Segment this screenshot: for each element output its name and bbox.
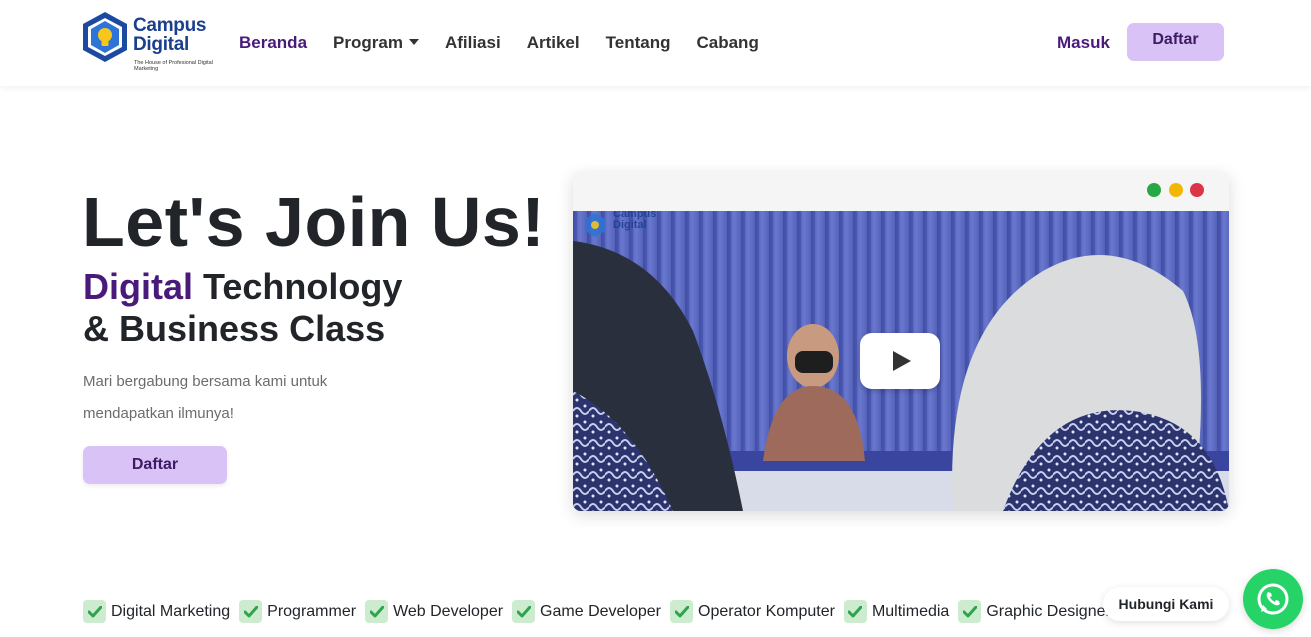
feature-item: Graphic Designer xyxy=(958,600,1111,623)
feature-item: Digital Marketing xyxy=(83,600,230,623)
whatsapp-icon xyxy=(1257,583,1289,615)
chevron-down-icon xyxy=(408,39,419,45)
nav-item-program[interactable]: Program xyxy=(333,31,419,55)
checkmark-icon xyxy=(365,600,389,623)
video-watermark-line2: Digital xyxy=(613,219,647,231)
feature-label: Graphic Designer xyxy=(986,603,1111,620)
checkmark-icon xyxy=(958,600,982,623)
navbar: Campus Digital The House of Profesional … xyxy=(0,0,1311,86)
whatsapp-button[interactable] xyxy=(1243,569,1303,629)
hero-subtitle-line2: & Business Class xyxy=(83,308,386,349)
lightbulb-hexagon-icon xyxy=(83,12,127,62)
feature-label: Programmer xyxy=(267,603,357,620)
contact-us-bubble[interactable]: Hubungi Kami xyxy=(1103,587,1229,621)
feature-item: Multimedia xyxy=(843,600,950,623)
hero-title: Let's Join Us! xyxy=(82,183,546,261)
window-dot-green xyxy=(1147,183,1161,197)
hero-description: Mari bergabung bersama kami untuk mendap… xyxy=(83,373,328,422)
hero-subtitle-accent: Digital xyxy=(83,266,194,307)
hero-register-button[interactable]: Daftar xyxy=(83,446,227,484)
feature-item: Web Developer xyxy=(365,600,503,623)
video-card: Campus Digital xyxy=(573,172,1229,511)
checkmark-icon xyxy=(239,600,263,623)
nav-item-afiliasi[interactable]: Afiliasi xyxy=(445,31,501,55)
nav-item-cabang[interactable]: Cabang xyxy=(696,31,758,55)
feature-item: Programmer xyxy=(239,600,356,623)
window-dot-red xyxy=(1190,183,1204,197)
video-player[interactable]: Campus Digital xyxy=(573,211,1229,511)
nav-item-beranda[interactable]: Beranda xyxy=(239,31,307,55)
checkmark-icon xyxy=(512,600,536,623)
feature-label: Multimedia xyxy=(871,603,950,620)
window-dot-yellow xyxy=(1169,183,1183,197)
hero-subtitle-rest: Technology xyxy=(193,266,403,307)
feature-label: Digital Marketing xyxy=(111,603,231,620)
play-icon xyxy=(893,351,911,371)
nav-item-program-label: Program xyxy=(333,33,403,52)
register-button[interactable]: Daftar xyxy=(1127,23,1224,61)
play-button[interactable] xyxy=(860,333,940,389)
checkmark-icon xyxy=(670,600,693,623)
checkmark-icon xyxy=(83,600,106,623)
feature-label: Web Developer xyxy=(393,603,504,620)
brand-logo[interactable]: Campus Digital The House of Profesional … xyxy=(82,11,213,75)
feature-label: Game Developer xyxy=(540,603,661,620)
checkmark-icon xyxy=(843,600,867,623)
nav-item-tentang[interactable]: Tentang xyxy=(606,31,671,55)
video-window-bar xyxy=(573,172,1229,211)
program-features: Digital Marketing Programmer Web Develop… xyxy=(83,600,1120,623)
feature-item: Operator Komputer xyxy=(670,600,835,623)
login-link[interactable]: Masuk xyxy=(1057,32,1110,54)
brand-tagline: The House of Profesional Digital Marketi… xyxy=(134,60,213,72)
main-nav: Beranda Program Afiliasi Artikel Tentang… xyxy=(239,31,785,55)
feature-item: Game Developer xyxy=(512,600,661,623)
hero-subtitle: Digital Technology & Business Class xyxy=(83,266,402,350)
nav-item-artikel[interactable]: Artikel xyxy=(527,31,580,55)
brand-name: Campus Digital xyxy=(133,15,207,55)
feature-label: Operator Komputer xyxy=(698,603,835,620)
